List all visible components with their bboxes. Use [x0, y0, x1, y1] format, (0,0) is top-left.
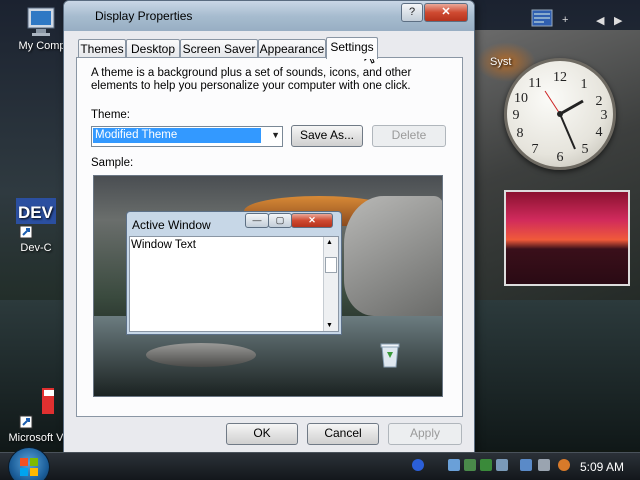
sample-label: Sample: [91, 157, 134, 169]
help-tray-icon[interactable] [412, 459, 424, 471]
chevron-down-icon[interactable]: ▼ [271, 130, 280, 140]
sample-active-window: Active Window — ▢ ✕ Window Text ▲ ▼ [126, 211, 342, 335]
clock-gadget[interactable]: 12 1 2 3 45 6 78 9 10 11 [504, 58, 616, 170]
svg-text:4: 4 [596, 125, 603, 140]
sample-close-icon: ✕ [291, 213, 333, 228]
start-button[interactable] [8, 447, 50, 480]
desktop: My Comp DEV Dev-C Microsoft V + ◀ ▶ Syst… [0, 0, 640, 480]
close-button[interactable]: ✕ [424, 3, 468, 22]
tab-themes[interactable]: Themes [78, 39, 126, 58]
network-tray-icon[interactable] [448, 459, 460, 471]
sample-scrollbar: ▲ ▼ [323, 237, 338, 331]
tab-desktop[interactable]: Desktop [126, 39, 180, 58]
security-tray-icon[interactable] [464, 459, 476, 471]
ok-button[interactable]: OK [226, 423, 298, 445]
desktop-icon-dev-cpp[interactable]: DEV Dev-C [0, 196, 72, 254]
update-tray-icon[interactable] [480, 459, 492, 471]
sample-minimize-icon: — [245, 213, 269, 228]
taskbar: 5:09 AM [0, 447, 640, 480]
help-button[interactable]: ? [401, 3, 423, 22]
previous-icon[interactable]: ◀ [596, 14, 604, 27]
theme-label: Theme: [91, 109, 130, 121]
taskbar-clock[interactable]: 5:09 AM [580, 460, 624, 474]
svg-text:12: 12 [553, 70, 567, 85]
desktop-icon-microsoft-vj[interactable]: Microsoft V [0, 386, 72, 444]
sample-maximize-icon: ▢ [268, 213, 292, 228]
sidebar-gadget-header: + ◀ ▶ [528, 6, 632, 36]
svg-text:3: 3 [601, 108, 608, 123]
sample-window-title: Active Window [132, 218, 211, 232]
scroll-up-icon: ▲ [326, 239, 333, 246]
svg-text:7: 7 [532, 142, 539, 157]
svg-text:9: 9 [513, 108, 520, 123]
save-as-button[interactable]: Save As... [291, 125, 363, 147]
slideshow-gadget[interactable] [504, 190, 630, 286]
svg-text:2: 2 [596, 94, 603, 109]
desktop-icon-label: My Comp [18, 40, 66, 52]
svg-text:5: 5 [582, 142, 589, 157]
apply-button[interactable]: Apply [388, 423, 462, 445]
battery-tray-icon[interactable] [496, 459, 508, 471]
next-icon[interactable]: ▶ [614, 14, 622, 27]
sample-rock [344, 196, 442, 316]
theme-description: A theme is a background plus a set of so… [91, 67, 412, 92]
dialog-titlebar[interactable]: Display Properties ? ✕ [64, 1, 474, 31]
sample-window-text: Window Text [131, 239, 196, 251]
svg-text:10: 10 [514, 91, 528, 106]
scroll-down-icon: ▼ [326, 322, 333, 329]
display-tray-icon[interactable] [520, 459, 532, 471]
clock-face-icon: 12 12 3 45 6 78 9 1011 [513, 70, 608, 165]
svg-text:6: 6 [557, 150, 564, 165]
scroll-thumb [325, 257, 337, 273]
svg-text:DEV: DEV [18, 203, 54, 222]
monitor-gadget-icon [531, 9, 553, 27]
delete-button[interactable]: Delete [372, 125, 446, 147]
theme-select[interactable]: Modified Theme ▼ [91, 126, 283, 147]
computer-icon [24, 6, 60, 38]
svg-text:8: 8 [517, 126, 524, 141]
cancel-button[interactable]: Cancel [307, 423, 379, 445]
desktop-icon-label: Microsoft V [8, 432, 64, 444]
windows-logo-icon [20, 458, 38, 476]
desktop-icon-label: Dev-C [20, 242, 52, 254]
tab-appearance[interactable]: Appearance [258, 39, 326, 58]
keyboard-tray-icon[interactable] [538, 459, 550, 471]
svg-text:1: 1 [581, 77, 588, 92]
sample-window-body: Window Text ▲ ▼ [129, 236, 339, 332]
theme-select-value: Modified Theme [93, 128, 261, 143]
vj-icon [16, 386, 56, 430]
sample-stone [146, 343, 256, 367]
dialog-title: Display Properties [95, 9, 193, 23]
search-tray-icon[interactable] [558, 459, 570, 471]
recycle-bin-icon [380, 342, 400, 368]
tab-screen-saver[interactable]: Screen Saver [180, 39, 258, 58]
svg-text:11: 11 [528, 76, 541, 91]
dev-cpp-icon: DEV [16, 196, 56, 240]
add-gadget-icon[interactable]: + [562, 14, 568, 26]
tab-settings[interactable]: Settings [326, 37, 378, 59]
